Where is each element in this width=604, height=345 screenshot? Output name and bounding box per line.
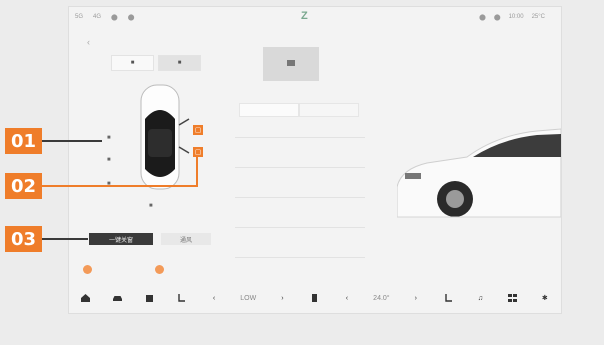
car-side-image <box>397 128 561 218</box>
seat-heat-right-icon[interactable] <box>442 293 454 303</box>
ventilate-button[interactable]: 通风 <box>161 233 211 245</box>
settings-icon[interactable]: ✱ <box>539 293 551 303</box>
home-icon[interactable] <box>79 293 91 303</box>
window-label: ■ <box>107 135 111 141</box>
seat-icon[interactable] <box>176 293 188 303</box>
callout-line <box>196 156 198 187</box>
toggle-option[interactable] <box>155 265 168 274</box>
divider <box>235 197 365 198</box>
status-item: ⬤ <box>493 15 501 21</box>
clock: 10:00 <box>508 14 524 20</box>
fan-level: LOW <box>240 294 257 302</box>
close-windows-button[interactable]: 一键关窗 <box>89 233 153 245</box>
status-item: 4G <box>93 14 102 20</box>
vehicle-screen: 5G 4G ⬤ ⬤ Z ⬤ ⬤ 10:00 25°C ‹ ■ ■ ■ ■ ■ ■… <box>68 6 562 314</box>
callout-line <box>42 140 102 142</box>
seat-heat-icon[interactable] <box>144 293 156 303</box>
segment-option[interactable]: ■ <box>158 55 201 71</box>
car-top-view <box>140 84 190 190</box>
music-icon[interactable]: ♫ <box>474 293 486 303</box>
fan-icon[interactable] <box>309 293 321 303</box>
fan-up-icon[interactable]: › <box>276 293 288 303</box>
tab-bar[interactable] <box>239 103 359 117</box>
toggle-icon <box>83 265 92 274</box>
fan-down-icon[interactable]: ‹ <box>208 293 220 303</box>
window-marker[interactable]: ▢ <box>193 125 203 135</box>
toggle-option[interactable] <box>83 265 96 274</box>
status-item: ⬤ <box>127 15 135 21</box>
divider <box>235 257 365 258</box>
outside-temp: 25°C <box>531 14 545 20</box>
temp-up-icon[interactable]: › <box>410 293 422 303</box>
temp-down-icon[interactable]: ‹ <box>341 293 353 303</box>
apps-icon[interactable] <box>507 293 519 303</box>
window-label: ■ <box>149 203 153 209</box>
bottom-dock: ‹ LOW › ‹ 24.0° › ♫ ✱ <box>69 283 561 313</box>
status-right: ⬤ ⬤ 10:00 25°C <box>479 14 545 21</box>
function-button[interactable] <box>263 47 319 81</box>
callout-line <box>42 238 88 240</box>
status-item: ⬤ <box>111 15 118 21</box>
status-item: 5G <box>75 14 84 20</box>
divider <box>235 167 365 168</box>
window-marker[interactable]: ▢ <box>193 147 203 157</box>
status-left: 5G 4G ⬤ ⬤ <box>75 14 134 21</box>
brand-logo: Z <box>301 10 308 22</box>
callout-01: 01 <box>5 128 42 154</box>
callout-line <box>42 185 198 187</box>
status-item: ⬤ <box>479 15 486 21</box>
temperature-value: 24.0° <box>373 294 390 302</box>
tab[interactable] <box>299 103 359 117</box>
callout-03: 03 <box>5 226 42 252</box>
status-bar: 5G 4G ⬤ ⬤ Z ⬤ ⬤ 10:00 25°C <box>69 7 561 29</box>
window-segment-control[interactable]: ■ ■ <box>111 55 201 71</box>
segment-option[interactable]: ■ <box>111 55 154 71</box>
back-icon[interactable]: ‹ <box>87 37 90 47</box>
divider <box>235 227 365 228</box>
divider <box>235 137 365 138</box>
callout-02: 02 <box>5 173 42 199</box>
window-label: ■ <box>107 157 111 163</box>
car-icon[interactable] <box>111 293 123 303</box>
toggle-icon <box>155 265 164 274</box>
tab[interactable] <box>239 103 299 117</box>
